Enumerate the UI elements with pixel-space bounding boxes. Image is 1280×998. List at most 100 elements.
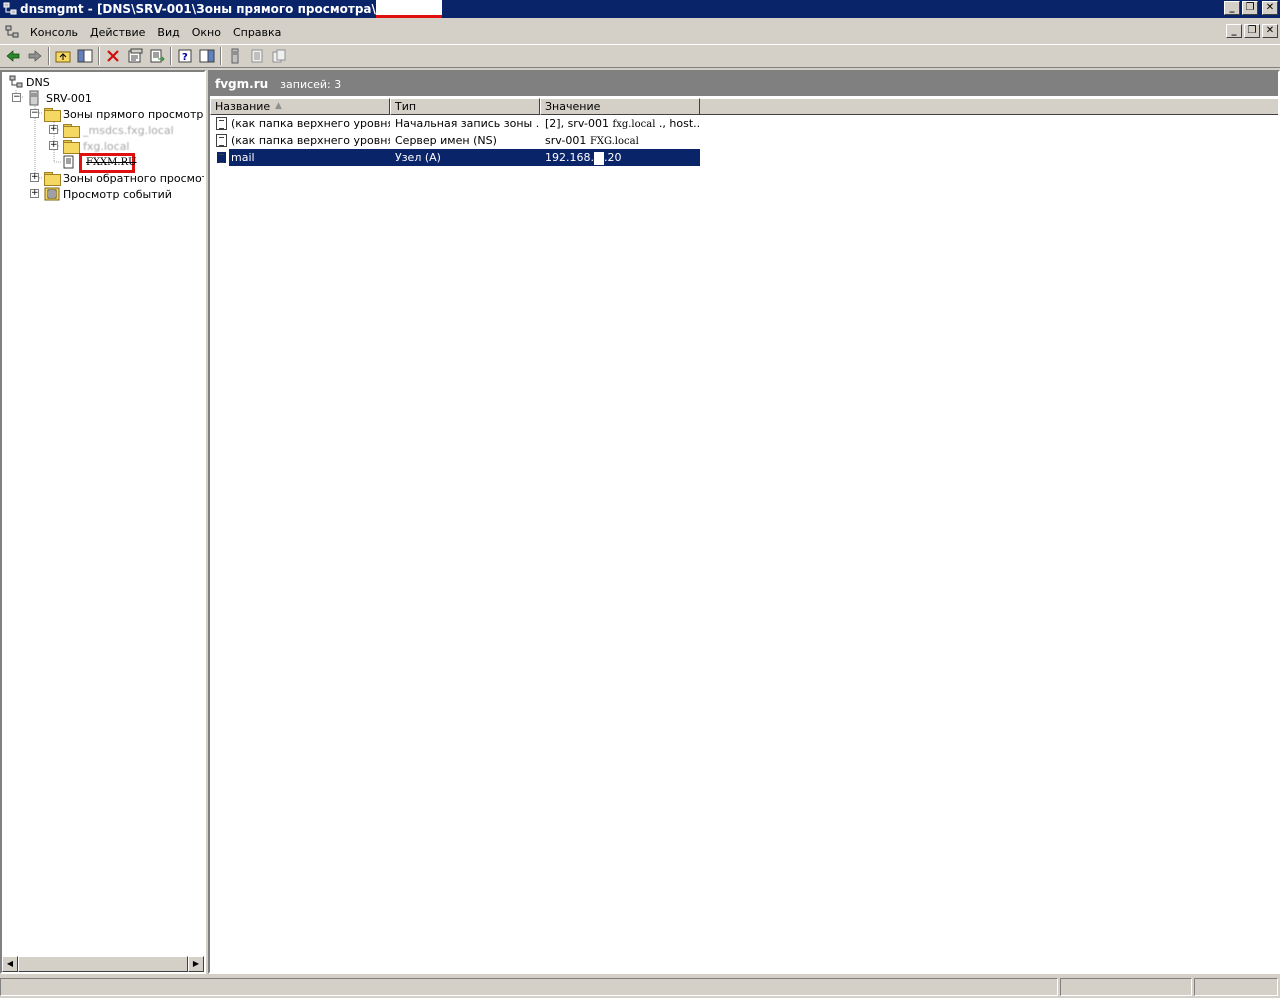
column-headers: Название ▲ Тип Значение	[210, 98, 1278, 115]
server-icon	[29, 90, 39, 106]
status-pane-3	[1194, 978, 1278, 996]
cell-value-part: ., host...	[658, 117, 700, 130]
menu-bar: Консоль Действие Вид Окно Справка _ ❐ ✕	[0, 22, 1280, 42]
new-records-button[interactable]	[268, 46, 290, 66]
delete-icon	[107, 50, 119, 62]
console-tree: DNS − SRV-001 − Зоны прямого просмотра +	[2, 72, 204, 956]
column-header-filler	[700, 98, 1278, 115]
mmc-icon[interactable]	[4, 24, 20, 40]
expand-reverse-zones-toggle[interactable]: +	[30, 173, 39, 182]
tree-item-forward-zones[interactable]: Зоны прямого просмотра	[44, 106, 204, 122]
cell-type: Сервер имен (NS)	[395, 134, 497, 147]
redacted-title-part	[375, 0, 442, 18]
column-header-label: Тип	[395, 100, 417, 113]
minimize-button[interactable]: _	[1224, 1, 1240, 15]
scroll-right-button[interactable]: ▶	[188, 956, 204, 972]
cell-name: mail	[229, 149, 395, 166]
zone-icon	[63, 155, 74, 169]
cell-value: srv-001 FXG.local	[545, 132, 700, 149]
redacted-ip-part	[593, 151, 604, 165]
expand-zone-2-toggle[interactable]: +	[49, 141, 58, 150]
cell-value-overlay: FXG.local	[589, 136, 639, 147]
tree-item-server[interactable]: SRV-001	[26, 90, 92, 106]
tree-item-event-viewer[interactable]: Просмотр событий	[44, 186, 172, 202]
menu-console[interactable]: Консоль	[24, 26, 84, 39]
folder-icon	[44, 172, 61, 186]
mdi-minimize-button[interactable]: _	[1226, 24, 1242, 38]
tree-item-zone-3[interactable]	[63, 154, 75, 170]
collapse-forward-zones-toggle[interactable]: −	[30, 109, 39, 118]
properties-icon	[128, 48, 143, 63]
sort-ascending-icon: ▲	[275, 101, 282, 111]
server-icon	[231, 48, 239, 64]
arrow-right-icon	[28, 50, 42, 62]
restore-button[interactable]: ❐	[1242, 1, 1258, 15]
export-list-button[interactable]	[146, 46, 168, 66]
up-level-button[interactable]	[52, 46, 74, 66]
column-header-label: Название	[215, 100, 271, 113]
tree-item-zone-2[interactable]: fxg.local	[63, 138, 130, 154]
close-button[interactable]: ✕	[1262, 1, 1278, 15]
arrow-left-icon	[6, 50, 20, 62]
folder-icon	[44, 108, 61, 122]
tree-label: fxg.local	[83, 139, 130, 153]
tree-horizontal-scrollbar[interactable]: ◀ ▶	[2, 956, 204, 972]
show-tree-button[interactable]	[74, 46, 96, 66]
menu-action[interactable]: Действие	[84, 26, 151, 39]
scroll-thumb[interactable]	[18, 956, 188, 972]
export-list-icon	[150, 49, 165, 63]
expand-zone-1-toggle[interactable]: +	[49, 125, 58, 134]
column-header-name[interactable]: Название ▲	[210, 98, 390, 115]
tree-label: SRV-001	[46, 91, 92, 105]
menu-window[interactable]: Окно	[186, 26, 227, 39]
dns-app-icon	[2, 1, 18, 17]
cell-name: (как папка верхнего уровня)	[231, 134, 390, 147]
console-tree-pane: DNS − SRV-001 − Зоны прямого просмотра +	[0, 70, 206, 974]
cell-value-part: [2], srv-001	[545, 117, 610, 130]
zone-name: fvgm.ru	[215, 77, 269, 91]
records-icon	[272, 49, 286, 63]
menu-view[interactable]: Вид	[151, 26, 185, 39]
tree-label: Зоны обратного просмотра	[63, 171, 204, 185]
scroll-left-button[interactable]: ◀	[2, 956, 18, 972]
column-header-value[interactable]: Значение	[540, 98, 700, 115]
record-icon	[251, 49, 263, 63]
cell-type: Начальная запись зоны ...	[395, 117, 540, 130]
properties-button[interactable]	[124, 46, 146, 66]
dns-manager-window: dnsmgmt - [DNS\SRV-001\Зоны прямого прос…	[0, 0, 1280, 998]
help-button[interactable]: ?	[174, 46, 196, 66]
title-bar[interactable]: dnsmgmt - [DNS\SRV-001\Зоны прямого прос…	[0, 0, 1280, 18]
event-viewer-icon	[44, 187, 60, 201]
server-button[interactable]	[224, 46, 246, 66]
column-header-type[interactable]: Тип	[390, 98, 540, 115]
toolbar-separator	[98, 47, 100, 65]
cell-value: 192.168. .20	[545, 149, 700, 166]
mdi-close-button[interactable]: ✕	[1262, 24, 1278, 38]
tree-item-reverse-zones[interactable]: Зоны обратного просмотра	[44, 170, 204, 186]
menu-help[interactable]: Справка	[227, 26, 287, 39]
results-header: fvgm.ru записей: 3	[210, 72, 1278, 96]
show-hide-action-pane-button[interactable]	[196, 46, 218, 66]
folder-up-icon	[55, 51, 71, 63]
mdi-restore-button[interactable]: ❐	[1244, 24, 1260, 38]
results-pane: fvgm.ru записей: 3 Название ▲ Тип Значен…	[208, 70, 1280, 974]
record-count: записей: 3	[280, 77, 342, 91]
cell-name: (как папка верхнего уровня)	[231, 117, 390, 130]
record-icon	[216, 134, 227, 147]
record-button[interactable]	[246, 46, 268, 66]
mdi-controls: _ ❐ ✕	[1226, 24, 1278, 38]
column-header-label: Значение	[545, 100, 601, 113]
console-tree-icon	[77, 49, 93, 63]
status-bar	[0, 976, 1280, 998]
collapse-srv-toggle[interactable]: −	[12, 93, 21, 102]
tree-item-zone-1[interactable]: _msdcs.fxg.local	[63, 122, 174, 138]
tree-label: _msdcs.fxg.local	[83, 123, 174, 137]
toolbar-separator	[220, 47, 222, 65]
back-button[interactable]	[2, 46, 24, 66]
forward-button[interactable]	[24, 46, 46, 66]
delete-button[interactable]	[102, 46, 124, 66]
svg-text:?: ?	[182, 52, 188, 63]
expand-events-toggle[interactable]: +	[30, 189, 39, 198]
window-title: dnsmgmt - [DNS\SRV-001\Зоны прямого прос…	[20, 2, 376, 16]
tree-label: Зоны прямого просмотра	[63, 107, 204, 121]
